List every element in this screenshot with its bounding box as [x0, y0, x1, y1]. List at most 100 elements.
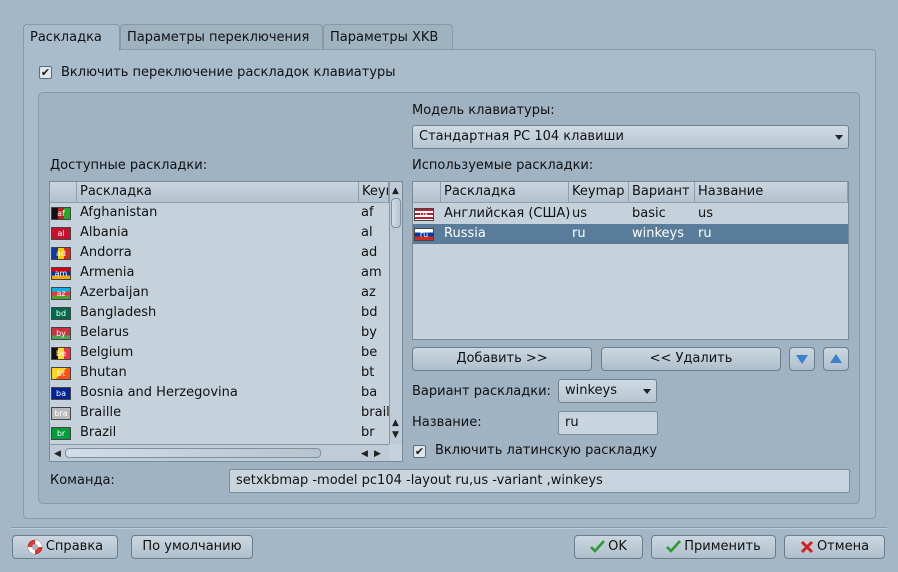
table-row[interactable]: ru Russia ru winkeys ru: [413, 224, 848, 244]
variant-label: Вариант раскладки:: [412, 384, 551, 399]
layout-name: Andorra: [80, 245, 132, 260]
remove-layout-button[interactable]: << Удалить: [601, 347, 781, 371]
name-input[interactable]: ru: [558, 411, 658, 435]
defaults-button[interactable]: По умолчанию: [131, 535, 253, 559]
scroll-up-icon[interactable]: ▲: [392, 186, 399, 196]
list-item[interactable]: az Azerbaijan az: [50, 283, 389, 303]
flag-icon: ru: [414, 228, 434, 241]
flag-icon: bd: [51, 307, 71, 320]
layout-name: Armenia: [80, 265, 135, 280]
layout-name: Brazil: [80, 425, 117, 440]
list-item[interactable]: be Belgium be: [50, 343, 389, 363]
layout-keymap: az: [361, 285, 376, 300]
move-up-button[interactable]: [823, 347, 849, 371]
apply-button[interactable]: Применить: [651, 535, 776, 559]
list-item[interactable]: bd Bangladesh bd: [50, 303, 389, 323]
flag-icon: am: [51, 267, 71, 280]
scroll-right-icon[interactable]: ▶: [374, 449, 381, 459]
flag-icon: ad: [51, 247, 71, 260]
help-button[interactable]: Справка: [12, 535, 118, 559]
scroll-down-icon[interactable]: ▼: [392, 430, 399, 440]
layout-keymap: br: [361, 425, 375, 440]
layout-name: Belgium: [80, 345, 134, 360]
cancel-button-label: Отмена: [816, 539, 870, 554]
available-layouts-label: Доступные раскладки:: [50, 158, 208, 173]
latin-layout-checkbox[interactable]: ✔: [413, 445, 426, 458]
used-rows: us Английская (США) us basic us ru Russia ru win…: [413, 203, 848, 339]
cell-keymap: us: [572, 206, 588, 221]
flag-icon: us: [414, 208, 434, 221]
cancel-button[interactable]: Отмена: [784, 535, 885, 559]
separator: [11, 527, 887, 529]
tab-switch-options[interactable]: Параметры переключения: [120, 24, 323, 50]
used-layouts-label: Используемые раскладки:: [412, 158, 594, 173]
list-item[interactable]: ad Andorra ad: [50, 243, 389, 263]
scroll-left-icon[interactable]: ◀: [361, 449, 368, 459]
header-layout[interactable]: Раскладка: [77, 182, 359, 203]
checkmark-icon: [666, 540, 682, 553]
variant-select[interactable]: winkeys: [558, 379, 657, 403]
list-item[interactable]: af Afghanistan af: [50, 203, 389, 223]
flag-icon: br: [51, 427, 71, 440]
arrow-up-icon: [830, 354, 842, 363]
header-layout[interactable]: Раскладка: [441, 182, 569, 203]
header-keymap[interactable]: Keymap: [569, 182, 629, 203]
horizontal-scroll-thumb[interactable]: [65, 448, 321, 458]
used-layouts-list[interactable]: Раскладка Keymap Вариант Название us Англ…: [412, 181, 849, 340]
layout-name: Bhutan: [80, 365, 127, 380]
variant-value: winkeys: [565, 383, 618, 398]
flag-icon: by: [51, 327, 71, 340]
scroll-left-icon[interactable]: ◀: [54, 449, 61, 459]
list-item[interactable]: by Belarus by: [50, 323, 389, 343]
vertical-scroll-thumb[interactable]: [391, 198, 401, 228]
layout-keymap: al: [361, 225, 373, 240]
available-horizontal-scrollbar[interactable]: ◀ ◀ ▶: [50, 444, 389, 461]
apply-button-label: Применить: [684, 539, 761, 554]
available-rows: af Afghanistan af al Albania al ad Andorra ad am A…: [50, 203, 389, 444]
chevron-down-icon: [835, 135, 843, 140]
list-item[interactable]: am Armenia am: [50, 263, 389, 283]
header-keymap[interactable]: Keymap: [359, 182, 389, 203]
flag-icon: be: [51, 347, 71, 360]
command-field[interactable]: setxkbmap -model pc104 -layout ru,us -va…: [229, 469, 850, 493]
cell-name: ru: [698, 226, 712, 241]
layout-keymap: be: [361, 345, 378, 360]
header-flag: [50, 182, 77, 203]
list-item[interactable]: br Brazil br: [50, 423, 389, 443]
ok-button[interactable]: OK: [574, 535, 643, 559]
header-name[interactable]: Название: [695, 182, 848, 203]
enable-switching-label[interactable]: Включить переключение раскладок клавиату…: [61, 65, 396, 80]
list-item[interactable]: bt Bhutan bt: [50, 363, 389, 383]
enable-switching-checkbox[interactable]: ✔: [39, 66, 52, 79]
layout-keymap: bt: [361, 365, 375, 380]
list-item[interactable]: bra Braille braille: [50, 403, 389, 423]
layout-keymap: ad: [361, 245, 378, 260]
flag-icon: bt: [51, 367, 71, 380]
lifebuoy-icon: [27, 539, 43, 554]
flag-icon: ba: [51, 387, 71, 400]
tab-xkb-options-label: Параметры XKB: [330, 30, 439, 45]
list-item[interactable]: al Albania al: [50, 223, 389, 243]
scroll-up-icon[interactable]: ▲: [392, 418, 399, 428]
layout-name: Braille: [80, 405, 122, 420]
checkmark-icon: [590, 540, 606, 553]
available-layouts-list[interactable]: Раскладка Keymap af Afghanistan af al Albani…: [49, 181, 403, 462]
flag-icon: az: [51, 287, 71, 300]
cell-layout: Английская (США): [444, 206, 571, 221]
cell-variant: winkeys: [632, 226, 685, 241]
flag-icon: af: [51, 207, 71, 220]
move-down-button[interactable]: [789, 347, 815, 371]
command-label: Команда:: [50, 473, 115, 488]
keyboard-model-select[interactable]: Стандартная PC 104 клавиши: [412, 125, 849, 149]
available-vertical-scrollbar[interactable]: ▲ ▲ ▼: [389, 182, 402, 444]
keyboard-model-label: Модель клавиатуры:: [412, 103, 555, 118]
help-button-label: Справка: [45, 539, 104, 554]
list-item[interactable]: ba Bosnia and Herzegovina ba: [50, 383, 389, 403]
latin-layout-label[interactable]: Включить латинскую раскладку: [435, 443, 657, 458]
add-layout-button[interactable]: Добавить >>: [412, 347, 592, 371]
table-row[interactable]: us Английская (США) us basic us: [413, 204, 848, 224]
layout-keymap: ba: [361, 385, 378, 400]
header-variant[interactable]: Вариант: [629, 182, 695, 203]
tab-layout[interactable]: Раскладка: [23, 24, 120, 51]
tab-xkb-options[interactable]: Параметры XKB: [323, 24, 453, 50]
